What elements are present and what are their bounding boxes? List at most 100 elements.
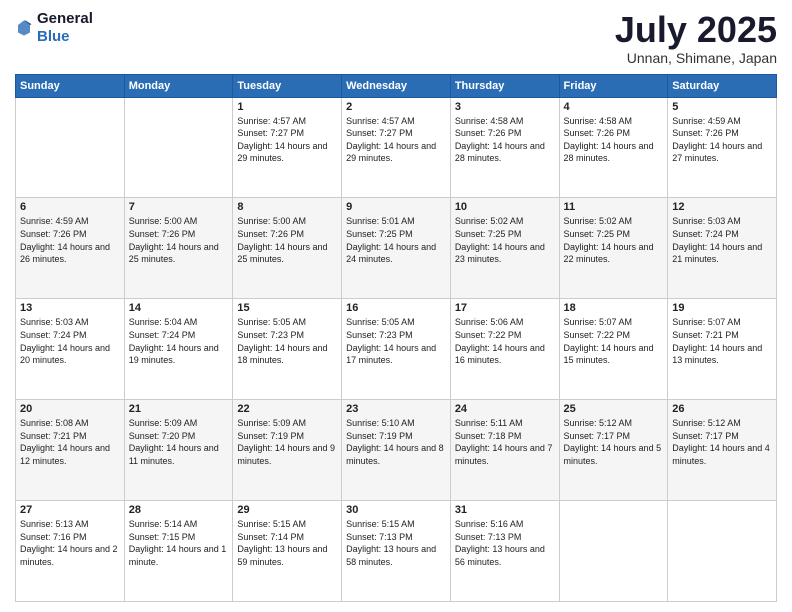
day-number: 22 bbox=[237, 403, 337, 415]
week-row-1: 1 Sunrise: 4:57 AM Sunset: 7:27 PM Daylig… bbox=[16, 97, 777, 198]
calendar-cell: 27 Sunrise: 5:13 AM Sunset: 7:16 PM Dayli… bbox=[16, 501, 125, 602]
day-number: 30 bbox=[346, 504, 446, 516]
month-title: July 2025 bbox=[615, 10, 777, 50]
day-info: Sunrise: 5:00 AM Sunset: 7:26 PM Dayligh… bbox=[237, 215, 337, 265]
calendar-cell: 15 Sunrise: 5:05 AM Sunset: 7:23 PM Dayli… bbox=[233, 299, 342, 400]
col-sunday: Sunday bbox=[16, 74, 125, 97]
calendar-cell: 30 Sunrise: 5:15 AM Sunset: 7:13 PM Dayli… bbox=[342, 501, 451, 602]
col-wednesday: Wednesday bbox=[342, 74, 451, 97]
day-number: 18 bbox=[564, 302, 664, 314]
calendar-cell: 22 Sunrise: 5:09 AM Sunset: 7:19 PM Dayli… bbox=[233, 400, 342, 501]
day-number: 15 bbox=[237, 302, 337, 314]
logo-icon bbox=[15, 19, 33, 37]
day-number: 4 bbox=[564, 101, 664, 113]
day-number: 27 bbox=[20, 504, 120, 516]
calendar-cell: 20 Sunrise: 5:08 AM Sunset: 7:21 PM Dayli… bbox=[16, 400, 125, 501]
calendar-cell: 9 Sunrise: 5:01 AM Sunset: 7:25 PM Daylig… bbox=[342, 198, 451, 299]
day-info: Sunrise: 4:57 AM Sunset: 7:27 PM Dayligh… bbox=[237, 115, 337, 165]
day-number: 1 bbox=[237, 101, 337, 113]
day-number: 6 bbox=[20, 201, 120, 213]
day-info: Sunrise: 5:02 AM Sunset: 7:25 PM Dayligh… bbox=[564, 215, 664, 265]
day-info: Sunrise: 4:58 AM Sunset: 7:26 PM Dayligh… bbox=[455, 115, 555, 165]
day-number: 3 bbox=[455, 101, 555, 113]
calendar-cell bbox=[559, 501, 668, 602]
header: General Blue July 2025 Unnan, Shimane, J… bbox=[15, 10, 777, 66]
day-info: Sunrise: 5:03 AM Sunset: 7:24 PM Dayligh… bbox=[20, 316, 120, 366]
week-row-3: 13 Sunrise: 5:03 AM Sunset: 7:24 PM Dayli… bbox=[16, 299, 777, 400]
calendar-cell: 10Sunrise: 5:02 AM Sunset: 7:25 PM Dayli… bbox=[450, 198, 559, 299]
day-info: Sunrise: 5:15 AM Sunset: 7:13 PM Dayligh… bbox=[346, 518, 446, 568]
calendar-cell: 8 Sunrise: 5:00 AM Sunset: 7:26 PM Daylig… bbox=[233, 198, 342, 299]
col-thursday: Thursday bbox=[450, 74, 559, 97]
col-tuesday: Tuesday bbox=[233, 74, 342, 97]
day-info: Sunrise: 5:16 AM Sunset: 7:13 PM Dayligh… bbox=[455, 518, 555, 568]
calendar-table: Sunday Monday Tuesday Wednesday Thursday… bbox=[15, 74, 777, 602]
location-subtitle: Unnan, Shimane, Japan bbox=[615, 50, 777, 66]
col-monday: Monday bbox=[124, 74, 233, 97]
day-number: 20 bbox=[20, 403, 120, 415]
day-info: Sunrise: 5:07 AM Sunset: 7:21 PM Dayligh… bbox=[672, 316, 772, 366]
day-info: Sunrise: 5:03 AM Sunset: 7:24 PM Dayligh… bbox=[672, 215, 772, 265]
day-number: 19 bbox=[672, 302, 772, 314]
calendar-header-row: Sunday Monday Tuesday Wednesday Thursday… bbox=[16, 74, 777, 97]
day-number: 17 bbox=[455, 302, 555, 314]
day-number: 2 bbox=[346, 101, 446, 113]
day-info: Sunrise: 5:06 AM Sunset: 7:22 PM Dayligh… bbox=[455, 316, 555, 366]
calendar-cell: 29Sunrise: 5:15 AM Sunset: 7:14 PM Dayli… bbox=[233, 501, 342, 602]
day-number: 28 bbox=[129, 504, 229, 516]
calendar-cell: 25 Sunrise: 5:12 AM Sunset: 7:17 PM Dayli… bbox=[559, 400, 668, 501]
calendar-cell: 21 Sunrise: 5:09 AM Sunset: 7:20 PM Dayli… bbox=[124, 400, 233, 501]
day-info: Sunrise: 5:12 AM Sunset: 7:17 PM Dayligh… bbox=[564, 417, 664, 467]
calendar-cell: 28 Sunrise: 5:14 AM Sunset: 7:15 PM Dayli… bbox=[124, 501, 233, 602]
day-info: Sunrise: 5:11 AM Sunset: 7:18 PM Dayligh… bbox=[455, 417, 555, 467]
day-info: Sunrise: 5:08 AM Sunset: 7:21 PM Dayligh… bbox=[20, 417, 120, 467]
col-friday: Friday bbox=[559, 74, 668, 97]
day-info: Sunrise: 4:59 AM Sunset: 7:26 PM Dayligh… bbox=[672, 115, 772, 165]
calendar-cell bbox=[668, 501, 777, 602]
day-number: 12 bbox=[672, 201, 772, 213]
day-info: Sunrise: 5:07 AM Sunset: 7:22 PM Dayligh… bbox=[564, 316, 664, 366]
day-info: Sunrise: 4:59 AM Sunset: 7:26 PM Dayligh… bbox=[20, 215, 120, 265]
logo: General Blue bbox=[15, 10, 93, 46]
calendar-cell: 26Sunrise: 5:12 AM Sunset: 7:17 PM Dayli… bbox=[668, 400, 777, 501]
day-info: Sunrise: 5:04 AM Sunset: 7:24 PM Dayligh… bbox=[129, 316, 229, 366]
day-info: Sunrise: 4:58 AM Sunset: 7:26 PM Dayligh… bbox=[564, 115, 664, 165]
calendar-cell: 13 Sunrise: 5:03 AM Sunset: 7:24 PM Dayli… bbox=[16, 299, 125, 400]
day-info: Sunrise: 5:14 AM Sunset: 7:15 PM Dayligh… bbox=[129, 518, 229, 568]
calendar-cell bbox=[124, 97, 233, 198]
calendar-cell bbox=[16, 97, 125, 198]
week-row-4: 20 Sunrise: 5:08 AM Sunset: 7:21 PM Dayli… bbox=[16, 400, 777, 501]
day-number: 13 bbox=[20, 302, 120, 314]
day-number: 21 bbox=[129, 403, 229, 415]
day-info: Sunrise: 5:01 AM Sunset: 7:25 PM Dayligh… bbox=[346, 215, 446, 265]
day-info: Sunrise: 5:09 AM Sunset: 7:20 PM Dayligh… bbox=[129, 417, 229, 467]
day-number: 16 bbox=[346, 302, 446, 314]
week-row-5: 27 Sunrise: 5:13 AM Sunset: 7:16 PM Dayli… bbox=[16, 501, 777, 602]
calendar-cell: 14 Sunrise: 5:04 AM Sunset: 7:24 PM Dayli… bbox=[124, 299, 233, 400]
day-number: 5 bbox=[672, 101, 772, 113]
col-saturday: Saturday bbox=[668, 74, 777, 97]
day-info: Sunrise: 5:13 AM Sunset: 7:16 PM Dayligh… bbox=[20, 518, 120, 568]
day-number: 31 bbox=[455, 504, 555, 516]
calendar-cell: 16Sunrise: 5:05 AM Sunset: 7:23 PM Dayli… bbox=[342, 299, 451, 400]
day-info: Sunrise: 5:02 AM Sunset: 7:25 PM Dayligh… bbox=[455, 215, 555, 265]
calendar-cell: 23Sunrise: 5:10 AM Sunset: 7:19 PM Dayli… bbox=[342, 400, 451, 501]
day-number: 25 bbox=[564, 403, 664, 415]
logo-text: General Blue bbox=[37, 10, 93, 46]
calendar-cell: 17 Sunrise: 5:06 AM Sunset: 7:22 PM Dayli… bbox=[450, 299, 559, 400]
day-number: 26 bbox=[672, 403, 772, 415]
calendar-cell: 3 Sunrise: 4:58 AM Sunset: 7:26 PM Daylig… bbox=[450, 97, 559, 198]
day-info: Sunrise: 5:09 AM Sunset: 7:19 PM Dayligh… bbox=[237, 417, 337, 467]
week-row-2: 6 Sunrise: 4:59 AM Sunset: 7:26 PM Daylig… bbox=[16, 198, 777, 299]
day-info: Sunrise: 5:05 AM Sunset: 7:23 PM Dayligh… bbox=[237, 316, 337, 366]
day-info: Sunrise: 5:15 AM Sunset: 7:14 PM Dayligh… bbox=[237, 518, 337, 568]
calendar-cell: 11 Sunrise: 5:02 AM Sunset: 7:25 PM Dayli… bbox=[559, 198, 668, 299]
day-number: 14 bbox=[129, 302, 229, 314]
calendar-cell: 2Sunrise: 4:57 AM Sunset: 7:27 PM Daylig… bbox=[342, 97, 451, 198]
calendar-cell: 5 Sunrise: 4:59 AM Sunset: 7:26 PM Daylig… bbox=[668, 97, 777, 198]
day-number: 9 bbox=[346, 201, 446, 213]
day-number: 8 bbox=[237, 201, 337, 213]
calendar-cell: 7Sunrise: 5:00 AM Sunset: 7:26 PM Daylig… bbox=[124, 198, 233, 299]
day-number: 11 bbox=[564, 201, 664, 213]
calendar-cell: 18 Sunrise: 5:07 AM Sunset: 7:22 PM Dayli… bbox=[559, 299, 668, 400]
